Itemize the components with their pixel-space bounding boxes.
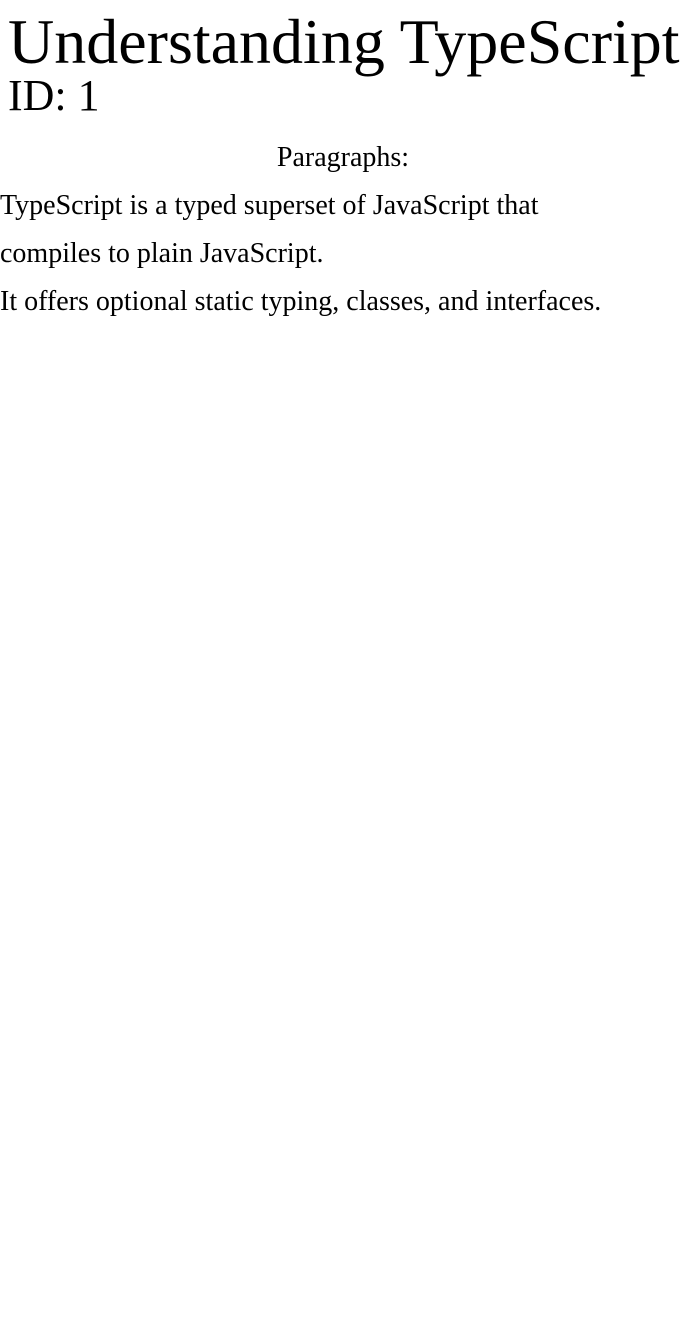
paragraphs-heading: Paragraphs: xyxy=(276,142,410,173)
document-id: ID: 1 xyxy=(8,71,100,120)
document-header: Understanding TypeScript ID: 1 xyxy=(8,10,686,118)
paragraph: TypeScript is a typed superset of JavaSc… xyxy=(0,190,539,269)
paragraphs-section: Paragraphs: TypeScript is a typed supers… xyxy=(0,134,686,326)
document-title: Understanding TypeScript xyxy=(8,6,680,77)
document-page: Understanding TypeScript ID: 1 Paragraph… xyxy=(0,0,686,1334)
paragraph: It offers optional static typing, classe… xyxy=(0,286,602,317)
